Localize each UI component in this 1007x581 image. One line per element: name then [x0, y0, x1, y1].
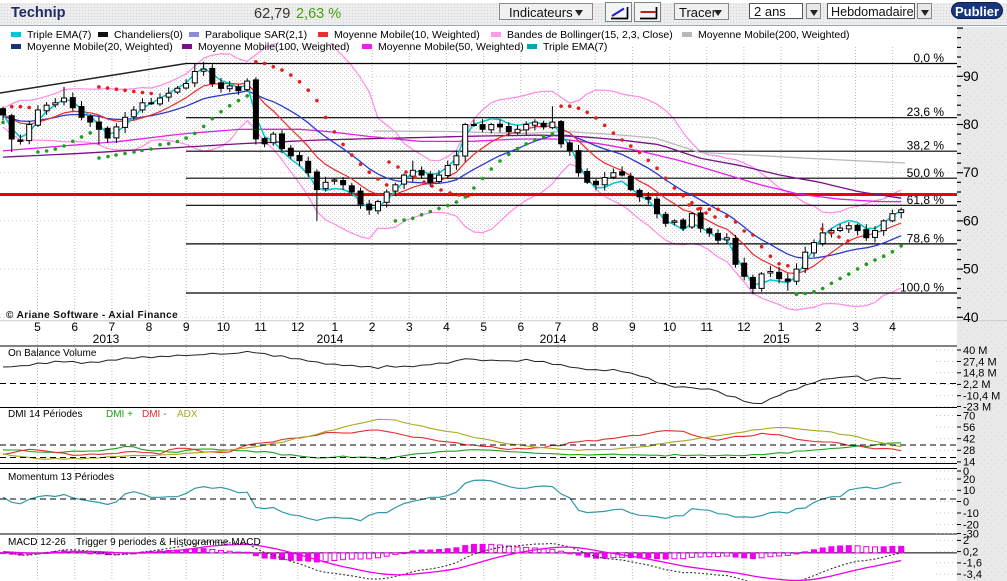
svg-text:-1,6: -1,6: [963, 558, 982, 570]
svg-text:14,8 M: 14,8 M: [963, 368, 997, 380]
svg-text:4: 4: [889, 320, 896, 334]
svg-text:-10: -10: [963, 508, 979, 520]
svg-text:2: 2: [369, 320, 376, 334]
svg-text:2013: 2013: [93, 332, 120, 346]
svg-text:2: 2: [963, 535, 969, 547]
svg-text:ADX: ADX: [177, 409, 198, 420]
svg-text:DMI -: DMI -: [142, 409, 166, 420]
svg-text:56: 56: [963, 422, 975, 434]
svg-text:70: 70: [963, 164, 979, 180]
svg-text:42: 42: [963, 434, 975, 446]
svg-text:8: 8: [592, 320, 599, 334]
svg-text:3: 3: [406, 320, 413, 334]
svg-text:20: 20: [963, 474, 975, 486]
svg-text:9: 9: [629, 320, 636, 334]
svg-text:2014: 2014: [540, 332, 567, 346]
svg-text:70: 70: [963, 410, 975, 422]
svg-text:8: 8: [146, 320, 153, 334]
svg-text:0,0 %: 0,0 %: [913, 51, 944, 65]
svg-text:28: 28: [963, 445, 975, 457]
svg-text:60: 60: [963, 212, 979, 228]
svg-text:12: 12: [737, 320, 751, 334]
svg-text:3: 3: [852, 320, 859, 334]
svg-text:6: 6: [71, 320, 78, 334]
svg-text:4: 4: [443, 320, 450, 334]
svg-text:5: 5: [34, 320, 41, 334]
svg-text:10: 10: [963, 485, 975, 497]
svg-text:2014: 2014: [317, 332, 344, 346]
svg-text:40 M: 40 M: [963, 345, 987, 357]
svg-text:50: 50: [963, 261, 979, 277]
svg-text:5: 5: [480, 320, 487, 334]
svg-text:2,2 M: 2,2 M: [963, 379, 991, 391]
svg-text:23,6 %: 23,6 %: [907, 105, 945, 119]
svg-text:DMI +: DMI +: [106, 409, 133, 420]
svg-text:90: 90: [963, 68, 979, 84]
svg-text:MACD 12-26: MACD 12-26: [8, 537, 66, 548]
svg-text:10: 10: [663, 320, 677, 334]
svg-text:10: 10: [217, 320, 231, 334]
svg-text:80: 80: [963, 116, 979, 132]
svg-text:0,2: 0,2: [963, 546, 978, 558]
svg-text:6: 6: [517, 320, 524, 334]
svg-text:On Balance Volume: On Balance Volume: [8, 348, 97, 359]
svg-text:38,2 %: 38,2 %: [907, 139, 945, 153]
svg-text:40: 40: [963, 309, 979, 325]
svg-text:Trigger 9 periodes & Histogram: Trigger 9 periodes & Histogramme MACD: [76, 537, 261, 548]
svg-text:2015: 2015: [763, 332, 790, 346]
svg-text:11: 11: [254, 320, 267, 334]
svg-text:50,0 %: 50,0 %: [907, 166, 945, 180]
svg-text:-3,4: -3,4: [963, 569, 982, 581]
svg-text:12: 12: [291, 320, 305, 334]
svg-text:100,0 %: 100,0 %: [900, 281, 944, 295]
svg-text:9: 9: [183, 320, 190, 334]
svg-text:78,6 %: 78,6 %: [907, 231, 945, 245]
svg-text:DMI 14 Périodes: DMI 14 Périodes: [8, 409, 82, 420]
svg-text:0: 0: [963, 496, 969, 508]
svg-text:Momentum 13 Périodes: Momentum 13 Périodes: [8, 472, 114, 483]
svg-text:11: 11: [700, 320, 713, 334]
svg-text:2: 2: [815, 320, 822, 334]
svg-text:27,4 M: 27,4 M: [963, 356, 997, 368]
